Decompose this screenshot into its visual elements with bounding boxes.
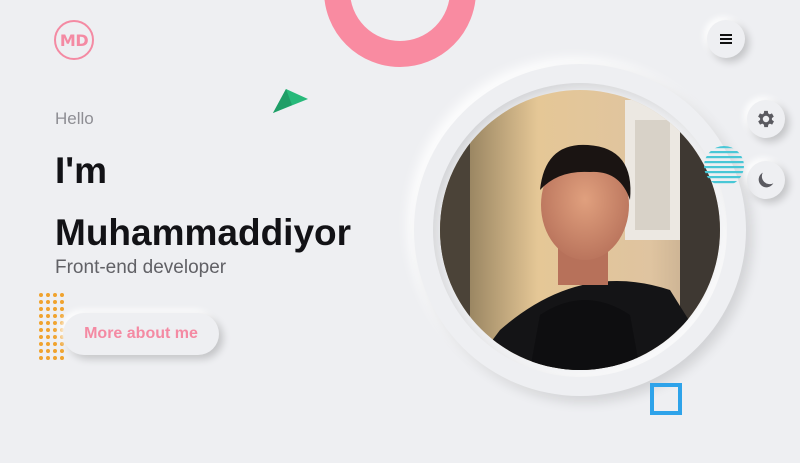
- theme-toggle-button[interactable]: [747, 161, 785, 199]
- decorative-ring: [324, 0, 476, 67]
- profile-photo: [440, 90, 720, 370]
- gear-icon: [758, 110, 774, 128]
- profile-photo-image: [440, 90, 720, 370]
- logo[interactable]: MD: [54, 20, 94, 60]
- hero-title: I'm Muhammaddiyor: [55, 140, 351, 264]
- subtitle: Front-end developer: [55, 257, 227, 278]
- menu-button[interactable]: [707, 20, 745, 58]
- striped-circle-decoration: [704, 146, 744, 184]
- title-line-1: I'm: [55, 150, 107, 191]
- title-line-2: Muhammaddiyor: [55, 212, 352, 253]
- triangle-decoration: [273, 89, 308, 113]
- hamburger-icon: [720, 34, 732, 44]
- more-about-me-button[interactable]: More about me: [63, 313, 219, 355]
- moon-icon: [758, 172, 774, 188]
- greeting-text: Hello: [55, 109, 94, 128]
- square-outline-decoration: [650, 383, 682, 415]
- settings-button[interactable]: [747, 100, 785, 138]
